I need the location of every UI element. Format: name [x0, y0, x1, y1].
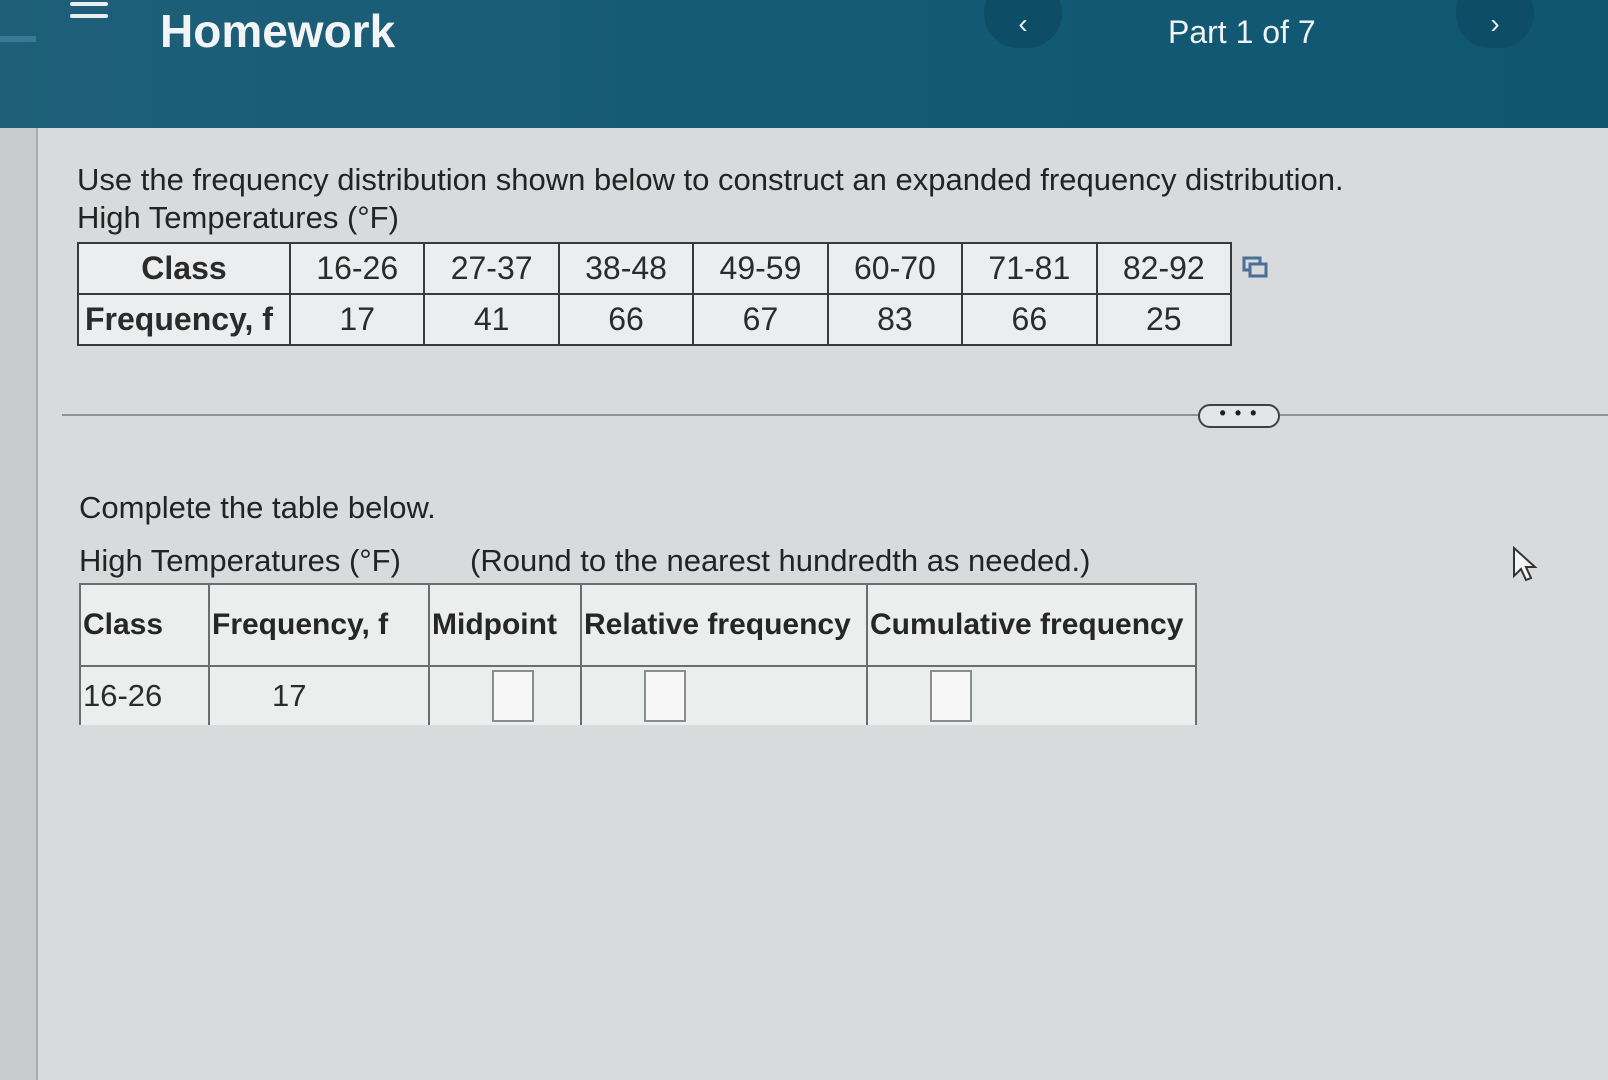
section-divider — [62, 414, 1608, 416]
rounding-note: (Round to the nearest hundredth as neede… — [470, 543, 1091, 578]
given-frequency-table: Class 16-26 27-37 38-48 49-59 60-70 71-8… — [77, 242, 1233, 346]
midpoint-input[interactable] — [492, 670, 534, 722]
column-header-frequency: Frequency, f — [208, 583, 430, 667]
mouse-pointer-icon — [1513, 546, 1538, 582]
table-row: 16-26 17 — [79, 665, 1197, 725]
class-cell: 60-70 — [826, 242, 964, 295]
frequency-cell: 83 — [826, 293, 964, 346]
frequency-cell: 41 — [423, 293, 560, 346]
column-header-relative-frequency: Relative frequency — [580, 583, 868, 667]
class-header: Class — [77, 242, 291, 295]
class-cell: 38-48 — [557, 242, 695, 295]
class-row: Class 16-26 27-37 38-48 49-59 60-70 71-8… — [77, 242, 1233, 295]
header-row: Class Frequency, f Midpoint Relative fre… — [79, 583, 1197, 667]
row-frequency: 17 — [208, 665, 430, 725]
class-cell: 82-92 — [1095, 242, 1233, 295]
previous-question-button[interactable]: ‹ — [984, 0, 1062, 48]
frequency-header: Frequency, f — [77, 293, 291, 346]
header-edge — [0, 36, 36, 42]
class-cell: 49-59 — [692, 242, 829, 295]
frequency-cell: 66 — [557, 293, 695, 346]
frequency-row: Frequency, f 17 41 66 67 83 66 25 — [77, 293, 1233, 346]
complete-prompt: Complete the table below. — [79, 490, 436, 525]
cumulative-frequency-input[interactable] — [930, 670, 972, 722]
page-title: Homework — [160, 5, 396, 57]
frequency-cell: 67 — [692, 293, 829, 346]
question-instruction: Use the frequency distribution shown bel… — [77, 162, 1344, 197]
expanded-frequency-table: Class Frequency, f Midpoint Relative fre… — [79, 583, 1197, 725]
relative-frequency-input[interactable] — [644, 670, 686, 722]
chevron-left-icon: ‹ — [1018, 8, 1028, 39]
class-cell: 16-26 — [288, 242, 426, 295]
answer-table-title: High Temperatures (°F) — [79, 543, 401, 578]
relative-frequency-cell — [580, 665, 868, 725]
frequency-cell: 25 — [1095, 293, 1233, 346]
given-table-title: High Temperatures (°F) — [77, 200, 399, 235]
class-cell: 27-37 — [423, 242, 560, 295]
cumulative-frequency-cell — [866, 665, 1197, 725]
part-indicator: Part 1 of 7 — [1168, 14, 1316, 50]
next-question-button[interactable]: › — [1456, 0, 1534, 48]
copy-data-icon[interactable] — [1242, 255, 1268, 279]
frequency-cell: 17 — [288, 293, 426, 346]
class-cell: 71-81 — [961, 242, 1098, 295]
frequency-cell: 66 — [961, 293, 1098, 346]
hamburger-menu-icon[interactable] — [70, 2, 108, 26]
column-header-midpoint: Midpoint — [428, 583, 582, 667]
expand-more-button[interactable]: • • • — [1198, 404, 1280, 428]
column-header-cumulative-frequency: Cumulative frequency — [866, 583, 1197, 667]
midpoint-cell — [428, 665, 582, 725]
header-bar: Homework ‹ Part 1 of 7 › — [0, 0, 1608, 128]
row-class: 16-26 — [79, 665, 210, 725]
chevron-right-icon: › — [1490, 8, 1500, 39]
column-header-class: Class — [79, 583, 210, 667]
left-strip: A — [0, 0, 42, 1080]
